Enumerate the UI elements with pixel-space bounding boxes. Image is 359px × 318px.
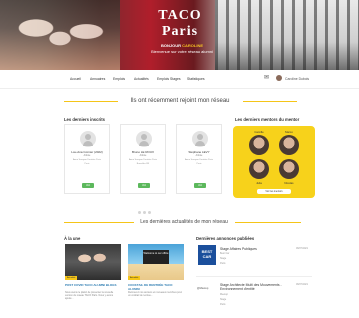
offer-date: 06/07/2021 [296, 283, 308, 286]
carousel-dot[interactable] [143, 211, 146, 214]
offer-company: Meetup [220, 293, 228, 296]
mentors-label: Les derniers mentors du mentor [235, 117, 300, 122]
divider-left [64, 222, 134, 223]
member-location: Bruxelles FR [136, 163, 150, 165]
messages-icon[interactable]: ✉ [264, 74, 269, 81]
carousel-dot[interactable] [148, 211, 151, 214]
company-logo[interactable]: BEST CAR [198, 245, 216, 265]
mentor-name: Nicolas [284, 181, 294, 185]
article-tag: Actualité [128, 276, 141, 280]
view-button-label: Voir [141, 184, 147, 187]
member-role: Artiste [139, 154, 147, 157]
member-company: Anne Saroyan Dentiste Paris [184, 159, 214, 161]
view-profile-button[interactable]: Voir [194, 183, 206, 188]
mentor-avatar[interactable] [249, 159, 269, 179]
avatar-placeholder [136, 131, 152, 147]
nav-item-statistics[interactable]: Statistiques [187, 77, 205, 81]
company-logo[interactable]: @Meetup [197, 287, 217, 294]
offers-label: Dernières annonces publiées [196, 236, 255, 241]
mentor-name: Marco [285, 130, 293, 134]
nav-item-news[interactable]: Actualités [134, 77, 149, 81]
brand-logo[interactable]: TACO Paris [140, 8, 220, 40]
member-company: Anne Saroyan Dentiste Paris [128, 159, 158, 161]
member-role: Artiste [195, 154, 203, 157]
mentor-name: Julia [256, 181, 262, 185]
hero-photo-building [215, 0, 359, 70]
member-card[interactable]: Bruno LE ROUX Artiste Anne Saroyan Denti… [120, 124, 166, 194]
nav-item-home[interactable]: Accueil [70, 77, 81, 81]
offer-title[interactable]: Stage Architecte Multi des Mouvements - … [220, 283, 292, 291]
article-excerpt: Nous avons le plaisir de présenter la no… [65, 291, 114, 301]
member-card[interactable]: Lou-Ana Cornier (2022) Artiste Anne Saro… [64, 124, 110, 194]
greeting-name: CAROLINE [182, 43, 203, 48]
connections-title: Ils ont récemment rejoint mon réseau [130, 98, 230, 104]
main-nav: Accueil Annuaires Emplois Actualités Emp… [0, 70, 359, 89]
offer-date: 06/07/2021 [296, 247, 308, 250]
carousel-dot[interactable] [138, 211, 141, 214]
offer-location: Paris [220, 262, 226, 265]
hero-photo-students [0, 0, 120, 70]
offer-company: Best Car [220, 252, 230, 255]
article-title[interactable]: POST COVID TACO ALUMNI BLOGS [65, 283, 121, 287]
article-tag: Actualité [65, 276, 78, 280]
member-location: Paris [196, 163, 202, 165]
divider-right [243, 101, 297, 102]
divider-left [64, 101, 118, 102]
nav-item-jobs[interactable]: Emplois [113, 77, 125, 81]
nav-item-job-internships[interactable]: Emplois Stages [157, 77, 181, 81]
view-profile-button[interactable]: Voir [82, 183, 94, 188]
offer-location: Paris [220, 303, 226, 306]
featured-label: À la une [64, 236, 81, 241]
avatar-placeholder [80, 131, 96, 147]
office-sign: Welcome to our office [143, 250, 169, 264]
article-excerpt: Retrouvez nos anciens et nouveaux membre… [128, 291, 183, 298]
mentor-avatar[interactable] [279, 159, 299, 179]
greeting-prefix: BONJOUR [160, 43, 183, 48]
member-card[interactable]: Stéphane LEVY Artiste Anne Saroyan Denti… [176, 124, 222, 194]
news-title: Les dernières actualités de mon réseau [140, 219, 228, 225]
mentor-avatar[interactable] [279, 135, 299, 155]
offer-title[interactable]: Stage Affaires Publiques [220, 247, 290, 251]
view-mentors-button[interactable]: Voir les mentors [257, 189, 291, 194]
welcome-subtitle: Bienvenue sur votre réseau alumni [151, 49, 213, 54]
view-profile-button[interactable]: Voir [138, 183, 150, 188]
view-button-label: Voir [197, 184, 203, 187]
article-image[interactable] [65, 244, 121, 280]
article-title[interactable]: COCKTAIL DE RENTRÉE TACO ALUMNI [128, 283, 184, 291]
member-location: Paris [84, 163, 90, 165]
avatar-placeholder [192, 131, 208, 147]
member-role: Artiste [83, 154, 91, 157]
mentor-panel: Camille Marco Julia Nicolas Voir les men… [233, 126, 315, 198]
nav-item-directories[interactable]: Annuaires [90, 77, 105, 81]
user-name[interactable]: Caroline Dubois [285, 77, 309, 81]
carousel-dots[interactable] [138, 201, 153, 219]
mentor-name: Camille [254, 130, 264, 134]
divider [196, 276, 312, 277]
last-registered-label: Les derniers inscrits [64, 117, 105, 122]
mentor-avatar[interactable] [249, 135, 269, 155]
view-button-label: Voir [85, 184, 91, 187]
greeting: BONJOUR CAROLINE [148, 43, 216, 48]
member-company: Anne Saroyan Dentiste Paris [72, 159, 102, 161]
offer-type: Stage [220, 257, 227, 260]
offer-type: Stage [220, 298, 227, 301]
user-avatar[interactable] [276, 75, 282, 81]
divider-right [235, 222, 301, 223]
